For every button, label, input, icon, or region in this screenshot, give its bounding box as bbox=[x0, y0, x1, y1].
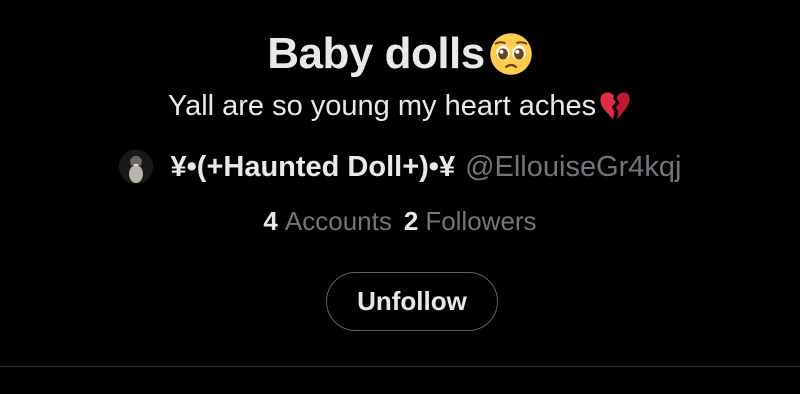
avatar[interactable] bbox=[118, 150, 153, 184]
list-stats: 4 Accounts 2 Followers bbox=[0, 206, 800, 237]
pleading-face-icon bbox=[489, 33, 532, 75]
followers-label: Followers bbox=[425, 206, 537, 236]
accounts-label: Accounts bbox=[284, 206, 392, 236]
broken-heart-icon bbox=[600, 92, 630, 120]
unfollow-button[interactable]: Unfollow bbox=[326, 272, 498, 331]
followers-count: 2 bbox=[403, 206, 419, 236]
list-header: Baby dolls Yall are so young my heart ac… bbox=[0, 0, 800, 366]
divider bbox=[0, 366, 800, 367]
list-title: Baby dolls bbox=[267, 29, 485, 78]
owner-handle[interactable]: @EllouiseGr4kqj bbox=[465, 151, 681, 184]
accounts-count: 4 bbox=[263, 206, 278, 236]
list-owner-row[interactable]: ¥•(+Haunted Doll+)•¥ @EllouiseGr4kqj bbox=[0, 150, 800, 184]
list-description-row: Yall are so young my heart aches bbox=[0, 86, 800, 126]
owner-display-name[interactable]: ¥•(+Haunted Doll+)•¥ bbox=[171, 151, 456, 184]
avatar-image bbox=[118, 150, 153, 184]
followers-stat-link[interactable]: 2 Followers bbox=[404, 206, 537, 237]
accounts-stat-link[interactable]: 4 Accounts bbox=[263, 206, 391, 237]
list-description: Yall are so young my heart aches bbox=[167, 90, 597, 122]
list-title-row: Baby dolls bbox=[0, 28, 800, 80]
